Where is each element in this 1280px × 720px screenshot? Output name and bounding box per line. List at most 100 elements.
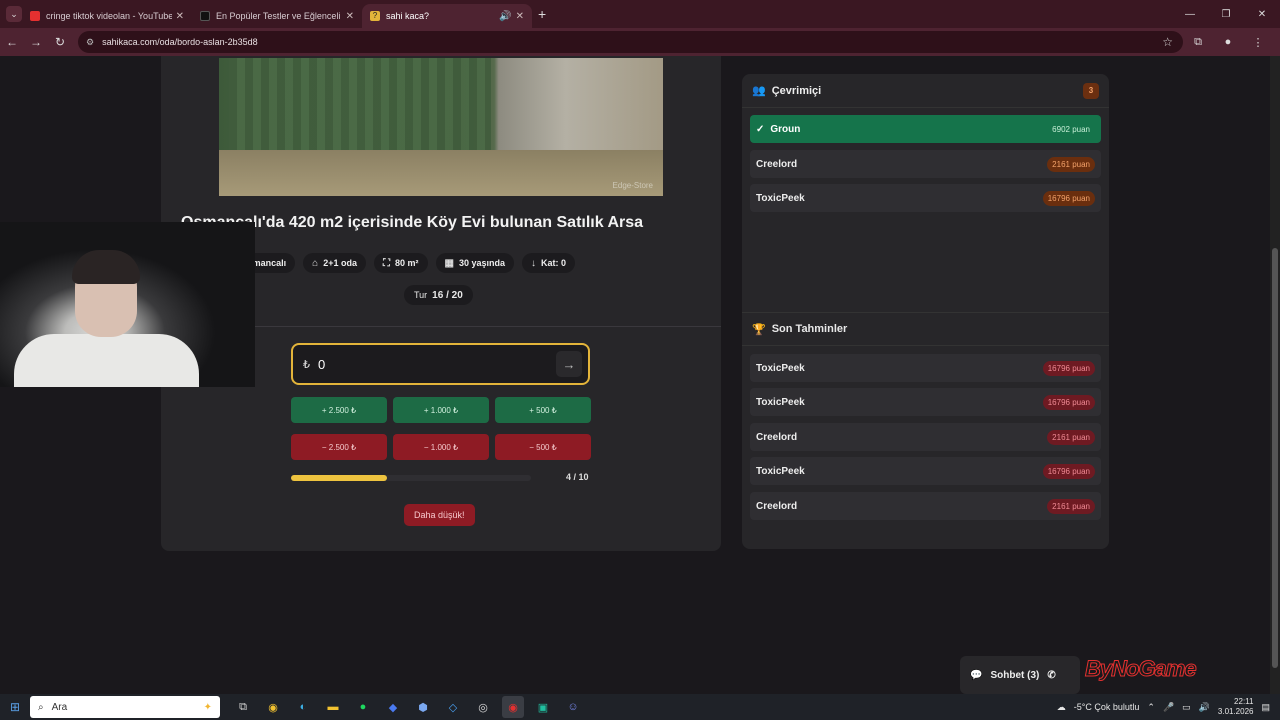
taskbar-search[interactable]: ⌕ Ara ✦ bbox=[30, 696, 220, 718]
app-icon[interactable]: ◇ bbox=[442, 696, 464, 718]
new-tab-button[interactable]: + bbox=[538, 6, 546, 22]
area-icon: ⛶ bbox=[383, 257, 390, 269]
player-row: ToxicPeek 16796 puan bbox=[750, 184, 1101, 212]
restore-icon[interactable]: ❐ bbox=[1208, 0, 1244, 28]
chrome-active-icon[interactable]: ◉ bbox=[502, 696, 524, 718]
chip-area: ⛶ 80 m² bbox=[374, 253, 428, 273]
players-panel: 👥 Çevrimiçi 3 ✓ Groun 6902 puan Creelord… bbox=[742, 74, 1109, 549]
forward-arrow-icon[interactable]: → bbox=[24, 35, 48, 49]
person-hair bbox=[72, 250, 140, 284]
gate-image-area bbox=[229, 58, 491, 158]
check-icon: ✓ bbox=[756, 123, 765, 135]
app-icon[interactable]: ◆ bbox=[382, 696, 404, 718]
floor-icon: ↓ bbox=[531, 257, 536, 269]
bookmark-star-icon[interactable]: ☆ bbox=[1162, 35, 1173, 49]
recent-name: Creelord bbox=[756, 500, 798, 512]
attempt-progress-fill bbox=[291, 475, 387, 481]
network-icon[interactable]: ▭ bbox=[1182, 702, 1191, 713]
recent-row: Creelord 2161 puan bbox=[750, 492, 1101, 520]
increase-buttons: + 2.500 ₺ + 1.000 ₺ + 500 ₺ bbox=[291, 397, 591, 423]
scrollbar-thumb[interactable] bbox=[1272, 248, 1278, 668]
chip-text: 80 m² bbox=[395, 258, 419, 268]
site-favicon-icon bbox=[200, 11, 210, 21]
browser-tab-testler[interactable]: En Popüler Testler ve Eğlenceli Oyunlar … bbox=[192, 4, 362, 28]
round-label: Tur bbox=[414, 290, 428, 300]
recent-points: 2161 puan bbox=[1047, 498, 1095, 514]
notification-icon[interactable]: ▤ bbox=[1261, 702, 1270, 713]
close-tab-icon[interactable]: ✕ bbox=[176, 11, 184, 22]
app-icon[interactable]: ◎ bbox=[472, 696, 494, 718]
close-tab-icon[interactable]: ✕ bbox=[516, 11, 524, 22]
page-scrollbar[interactable] bbox=[1270, 56, 1280, 694]
minus-1000-button[interactable]: − 1.000 ₺ bbox=[393, 434, 489, 460]
hint-badge: Daha düşük! bbox=[404, 504, 475, 526]
edge-icon[interactable]: ◐ bbox=[292, 696, 314, 718]
volume-icon[interactable]: 🔊 bbox=[1199, 702, 1210, 713]
online-title: Çevrimiçi bbox=[771, 84, 822, 97]
chat-button[interactable]: 💬 Sohbet (3) ✆ bbox=[960, 656, 1080, 694]
player-points: 16796 puan bbox=[1042, 190, 1095, 206]
attempt-progress-text: 4 / 10 bbox=[566, 472, 589, 482]
minus-2500-button[interactable]: − 2.500 ₺ bbox=[291, 434, 387, 460]
mic-icon[interactable]: 🎤 bbox=[1163, 702, 1174, 713]
file-explorer-icon[interactable]: ▬ bbox=[322, 696, 344, 718]
player-row-me: ✓ Groun 6902 puan bbox=[750, 115, 1101, 143]
audio-icon[interactable]: 🔊 bbox=[499, 11, 511, 22]
address-toolbar: ← → ↻ ⚙ sahikaca.com/oda/bordo-aslan-2b3… bbox=[0, 28, 1280, 56]
extensions-icon[interactable]: ⧉ bbox=[1183, 36, 1213, 49]
clock[interactable]: 22:11 3.01.2026 bbox=[1218, 697, 1254, 717]
player-name: Groun bbox=[770, 123, 801, 135]
app-icon[interactable]: ▣ bbox=[532, 696, 554, 718]
task-view-icon[interactable]: ⧉ bbox=[232, 696, 254, 718]
menu-kebab-icon[interactable]: ⋮ bbox=[1243, 36, 1273, 49]
home-icon: ⌂ bbox=[312, 257, 319, 269]
chrome-icon[interactable]: ◉ bbox=[262, 696, 284, 718]
reload-icon[interactable]: ↻ bbox=[48, 35, 72, 49]
minus-500-button[interactable]: − 500 ₺ bbox=[495, 434, 591, 460]
weather-text[interactable]: -5°C Çok bulutlu bbox=[1074, 702, 1140, 712]
recent-row: ToxicPeek 16796 puan bbox=[750, 388, 1101, 416]
guess-input-box[interactable]: ₺ 0 → bbox=[291, 343, 590, 385]
chevron-up-icon[interactable]: ⌃ bbox=[1147, 702, 1155, 713]
pinned-apps: ⧉ ◉ ◐ ▬ ● ◆ ⬢ ◇ ◎ ◉ ▣ ☺ bbox=[232, 696, 584, 718]
player-points: 6902 puan bbox=[1052, 124, 1090, 134]
spotify-icon[interactable]: ● bbox=[352, 696, 374, 718]
close-tab-icon[interactable]: ✕ bbox=[346, 11, 354, 22]
submit-arrow-icon[interactable]: → bbox=[556, 351, 582, 377]
browser-tab-youtube[interactable]: cringe tiktok videolan - YouTube ✕ bbox=[22, 4, 192, 28]
recent-name: ToxicPeek bbox=[756, 465, 805, 477]
recent-title: Son Tahminler bbox=[771, 323, 848, 335]
building-icon: ▦ bbox=[444, 257, 454, 269]
recent-row: ToxicPeek 16796 puan bbox=[750, 354, 1101, 382]
recent-points: 16796 puan bbox=[1042, 394, 1095, 410]
url-bar[interactable]: ⚙ sahikaca.com/oda/bordo-aslan-2b35d8 ☆ bbox=[78, 31, 1183, 53]
copilot-sparkle-icon: ✦ bbox=[203, 701, 212, 713]
plus-500-button[interactable]: + 500 ₺ bbox=[495, 397, 591, 423]
guess-input[interactable]: 0 bbox=[318, 357, 556, 372]
plus-2500-button[interactable]: + 2.500 ₺ bbox=[291, 397, 387, 423]
date: 3.01.2026 bbox=[1217, 707, 1254, 716]
player-points: 2161 puan bbox=[1047, 156, 1095, 172]
webcam-overlay bbox=[0, 222, 255, 387]
windows-start-icon[interactable]: ⊞ bbox=[0, 700, 30, 714]
chip-text: 2+1 oda bbox=[323, 258, 357, 268]
close-window-icon[interactable]: ✕ bbox=[1244, 0, 1280, 28]
recent-points: 16796 puan bbox=[1042, 463, 1095, 479]
plus-1000-button[interactable]: + 1.000 ₺ bbox=[393, 397, 489, 423]
youtube-favicon-icon bbox=[30, 11, 40, 21]
currency-symbol: ₺ bbox=[303, 358, 310, 371]
app-icon[interactable]: ⬢ bbox=[412, 696, 434, 718]
browser-tab-sahikaca[interactable]: ? sahi kaca? 🔊 ✕ bbox=[362, 4, 532, 28]
tab-search-button[interactable]: ⌄ bbox=[6, 6, 22, 22]
page-viewport: Edge-Store Osmancalı'da 420 m2 içerisind… bbox=[0, 56, 1280, 694]
discord-icon[interactable]: ☺ bbox=[562, 696, 584, 718]
round-value: 16 / 20 bbox=[432, 289, 463, 301]
phone-icon[interactable]: ✆ bbox=[1047, 670, 1055, 681]
minimize-icon[interactable]: — bbox=[1172, 0, 1208, 28]
round-indicator: Tur 16 / 20 bbox=[404, 285, 473, 305]
profile-icon[interactable]: ● bbox=[1213, 36, 1243, 48]
tab-title: sahi kaca? bbox=[386, 11, 430, 21]
photo-watermark: Edge-Store bbox=[612, 181, 653, 190]
site-info-icon[interactable]: ⚙ bbox=[86, 37, 94, 48]
back-arrow-icon[interactable]: ← bbox=[0, 35, 24, 49]
